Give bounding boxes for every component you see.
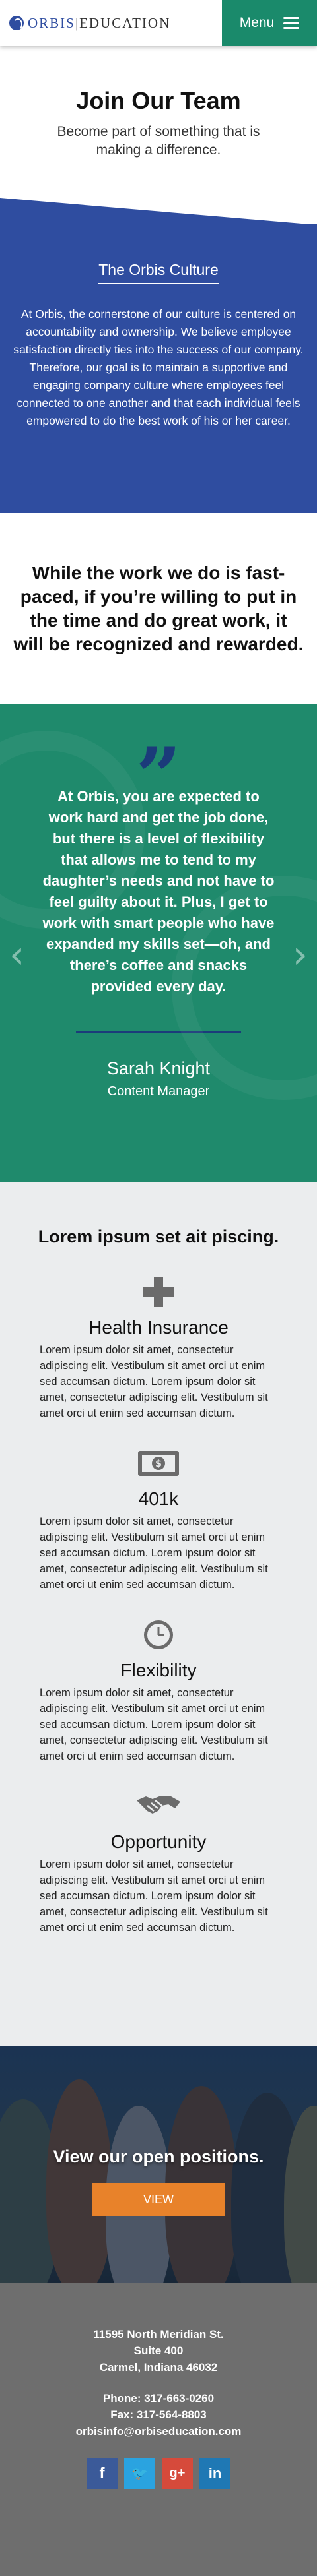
benefit-title: Opportunity — [110, 1831, 207, 1852]
logo-text: ORBIS|EDUCATION — [28, 15, 171, 31]
social-links: f 🐦 g+ in — [0, 2458, 317, 2489]
benefit-item: Opportunity Lorem ipsum dolor sit amet, … — [0, 1788, 317, 1936]
open-positions-banner: View our open positions. VIEW — [0, 2046, 317, 2283]
benefit-title: Health Insurance — [88, 1317, 229, 1337]
money-icon: $ — [138, 1451, 179, 1476]
statement-section: While the work we do is fast-paced, if y… — [0, 513, 317, 704]
site-header: ORBIS|EDUCATION Menu — [0, 0, 317, 46]
carousel-next-icon[interactable]: › — [293, 932, 308, 977]
statement-text: While the work we do is fast-paced, if y… — [13, 563, 304, 654]
benefits-section: Lorem ipsum set ait piscing. Health Insu… — [0, 1182, 317, 2046]
page-subtitle: Become part of something that is making … — [57, 124, 260, 158]
svg-text:$: $ — [155, 1459, 162, 1469]
carousel-prev-icon[interactable]: ‹ — [9, 932, 24, 977]
testimonial-carousel: ” At Orbis, you are expected to work har… — [0, 704, 317, 1182]
menu-button[interactable]: Menu — [222, 0, 317, 46]
culture-body: At Orbis, the cornerstone of our culture… — [13, 307, 304, 427]
culture-wedge — [0, 198, 317, 225]
footer-address: 11595 North Meridian St. Suite 400 Carme… — [0, 2283, 317, 2376]
benefit-text: Lorem ipsum dolor sit amet, consectetur … — [40, 1516, 268, 1591]
benefit-text: Lorem ipsum dolor sit amet, consectetur … — [40, 1858, 268, 1934]
site-footer: 11595 North Meridian St. Suite 400 Carme… — [0, 2283, 317, 2576]
email-link[interactable]: orbisinfo@orbiseducation.com — [0, 2423, 317, 2439]
view-positions-button[interactable]: VIEW — [92, 2183, 225, 2216]
twitter-icon[interactable]: 🐦 — [124, 2458, 155, 2489]
phone-number[interactable]: Phone: 317-663-0260 — [0, 2390, 317, 2407]
address-line: Carmel, Indiana 46032 — [99, 2361, 218, 2374]
hamburger-icon — [283, 17, 300, 29]
benefit-text: Lorem ipsum dolor sit amet, consectetur … — [40, 1344, 268, 1419]
benefits-title: Lorem ipsum set ait piscing. — [38, 1227, 279, 1246]
fax-number: Fax: 317-564-8803 — [110, 2408, 207, 2421]
page-title: Join Our Team — [76, 87, 241, 114]
culture-title: The Orbis Culture — [98, 224, 219, 284]
facebook-icon[interactable]: f — [87, 2458, 118, 2489]
benefit-item: Flexibility Lorem ipsum dolor sit amet, … — [0, 1616, 317, 1764]
plus-icon — [143, 1277, 174, 1307]
google-plus-icon[interactable]: g+ — [162, 2458, 193, 2489]
benefit-title: 401k — [138, 1488, 179, 1509]
culture-section: The Orbis Culture At Orbis, the cornerst… — [0, 198, 317, 513]
footer-contact: Phone: 317-663-0260 Fax: 317-564-8803 or… — [0, 2390, 317, 2439]
logo-mark-icon — [9, 16, 24, 30]
handshake-icon — [137, 1796, 180, 1814]
benefit-item: Health Insurance Lorem ipsum dolor sit a… — [0, 1273, 317, 1421]
clock-icon — [144, 1620, 173, 1649]
menu-label: Menu — [239, 15, 275, 30]
linkedin-icon[interactable]: in — [199, 2458, 230, 2489]
benefit-item: $ 401k Lorem ipsum dolor sit amet, conse… — [0, 1445, 317, 1593]
benefit-text: Lorem ipsum dolor sit amet, consectetur … — [40, 1687, 268, 1762]
positions-title: View our open positions. — [53, 2147, 264, 2166]
benefit-title: Flexibility — [120, 1660, 197, 1680]
address-line: 11595 North Meridian St. — [93, 2328, 224, 2341]
address-line: Suite 400 — [133, 2345, 184, 2357]
logo[interactable]: ORBIS|EDUCATION — [9, 15, 170, 32]
